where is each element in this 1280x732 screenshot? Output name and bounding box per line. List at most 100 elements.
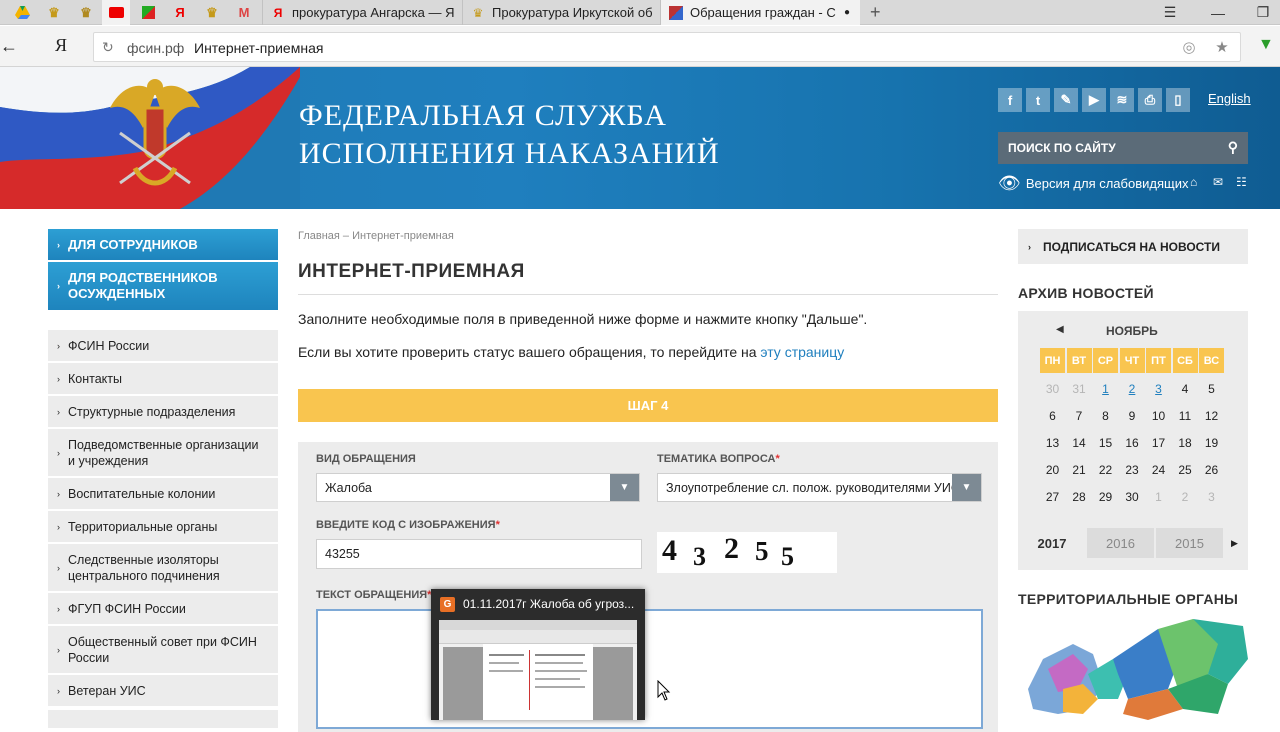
calendar-day[interactable]: 2: [1120, 376, 1145, 401]
print-icon[interactable]: ⎙: [1138, 88, 1162, 112]
weekday-header: СБ: [1172, 348, 1198, 373]
livejournal-icon[interactable]: ✎: [1054, 88, 1078, 112]
yandex-logo-icon[interactable]: Я: [55, 35, 67, 56]
nav-item-colonies[interactable]: › Воспитательные колонии: [48, 478, 278, 511]
status-page-link[interactable]: эту страницу: [760, 344, 844, 360]
calendar-day[interactable]: 3: [1146, 376, 1171, 401]
nav-item-subordinate[interactable]: › Подведомственные организации и учрежден…: [48, 429, 278, 478]
nav-item-fgup[interactable]: › ФГУП ФСИН России: [48, 593, 278, 626]
russia-map-image[interactable]: [1018, 614, 1248, 720]
facebook-icon[interactable]: f: [998, 88, 1022, 112]
low-vision-link[interactable]: 👁 Версия для слабовидящих: [998, 173, 1188, 194]
search-placeholder: ПОИСК ПО САЙТУ: [1008, 141, 1116, 155]
calendar-day: 30: [1125, 489, 1139, 504]
status-text: Если вы хотите проверить статус вашего о…: [298, 344, 844, 360]
captcha-digit: 3: [693, 542, 706, 571]
calendar-day: 16: [1125, 435, 1139, 450]
nav-item-cut-off[interactable]: [48, 710, 278, 730]
year-tab[interactable]: 2016: [1086, 528, 1154, 558]
captcha-code-input[interactable]: 43255: [316, 539, 642, 569]
calendar-day: 20: [1045, 462, 1060, 477]
protect-icon[interactable]: ◎: [1179, 38, 1199, 58]
new-tab-button[interactable]: +: [862, 0, 892, 25]
tab-prokuratura-angarsk[interactable]: Я прокуратура Ангарска — Я: [262, 0, 462, 25]
minimize-button[interactable]: —: [1198, 0, 1238, 25]
mouse-cursor-icon: [657, 680, 671, 701]
appeal-text-area[interactable]: [316, 609, 983, 729]
url-field[interactable]: ↻ фсин.рф Интернет-приемная ◎ ★: [93, 32, 1241, 62]
back-arrow-icon[interactable]: ←: [0, 36, 18, 57]
calendar-day: 1: [1155, 489, 1162, 504]
chevron-right-icon: ›: [57, 406, 60, 417]
menu-button[interactable]: ☰: [1150, 0, 1190, 25]
calendar-day: 18: [1178, 435, 1192, 450]
subscribe-news-button[interactable]: › ПОДПИСАТЬСЯ НА НОВОСТИ: [1018, 229, 1248, 264]
mail-icon[interactable]: ✉: [1213, 175, 1223, 189]
breadcrumb[interactable]: Главная – Интернет-приемная: [298, 230, 454, 242]
year-tab[interactable]: 2017: [1018, 528, 1086, 558]
captcha-digit: 4: [662, 534, 677, 567]
search-icon[interactable]: ⚲: [1228, 139, 1238, 156]
sitemap-icon[interactable]: ☷: [1236, 175, 1247, 189]
tab-prokuratura-irkutsk[interactable]: ♛ Прокуратура Иркутской об: [462, 0, 660, 25]
nav-item-fsin-russia[interactable]: › ФСИН России: [48, 330, 278, 363]
news-calendar: ◀ НОЯБРЬ ПН ВТ СР ЧТ ПТ СБ ВС 30 31 1 2 3 4 5 6 7 8 9 10 1…: [1018, 311, 1248, 570]
nav-item-territorial[interactable]: › Территориальные органы: [48, 511, 278, 544]
weekday-header: СР: [1093, 348, 1118, 373]
nav-for-relatives[interactable]: › ДЛЯ РОДСТВЕННИКОВ ОСУЖДЕННЫХ: [48, 262, 278, 310]
calendar-day: 3: [1208, 489, 1215, 504]
nav-label: Воспитательные колонии: [68, 486, 216, 501]
restore-button[interactable]: ❐: [1246, 0, 1280, 25]
pinned-tab-youtube[interactable]: [102, 0, 130, 25]
bookmark-star-icon[interactable]: ★: [1212, 38, 1232, 58]
chevron-down-icon[interactable]: ▼: [952, 474, 981, 501]
pinned-tab-drive[interactable]: [8, 2, 36, 23]
weekday-header: ПН: [1040, 348, 1065, 373]
nav-item-public-council[interactable]: › Общественный совет при ФСИН России: [48, 626, 278, 675]
nav-item-detention[interactable]: › Следственные изоляторы центрального под…: [48, 544, 278, 593]
youtube-icon[interactable]: ▶: [1082, 88, 1106, 112]
topic-label: ТЕМАТИКА ВОПРОСА*: [657, 453, 780, 465]
nav-item-veteran[interactable]: › Ветеран УИС: [48, 675, 278, 708]
nav-label: ФСИН России: [68, 338, 150, 353]
page-title: ИНТЕРНЕТ-ПРИЕМНАЯ: [298, 261, 525, 282]
nav-item-structure[interactable]: › Структурные подразделения: [48, 396, 278, 429]
captcha-code-value: 43255: [325, 547, 360, 561]
mobile-icon[interactable]: ▯: [1166, 88, 1190, 112]
nav-item-contacts[interactable]: › Контакты: [48, 363, 278, 396]
yandex-icon: Я: [175, 5, 185, 20]
pinned-tab-yandex[interactable]: Я: [166, 2, 194, 23]
nav-label: ДЛЯ РОДСТВЕННИКОВ ОСУЖДЕННЫХ: [68, 270, 218, 301]
next-years-icon[interactable]: ▶: [1231, 538, 1238, 549]
rss-icon[interactable]: ≋: [1110, 88, 1134, 112]
window-preview-popup[interactable]: G 01.11.2017г Жалоба об угроз...: [431, 589, 645, 720]
pinned-tab-app[interactable]: [134, 2, 162, 23]
english-link[interactable]: English: [1208, 91, 1251, 106]
chevron-right-icon: ›: [57, 644, 60, 655]
download-icon[interactable]: ▼: [1258, 36, 1274, 54]
prev-month-icon[interactable]: ◀: [1056, 324, 1064, 335]
year-tab[interactable]: 2015: [1155, 528, 1223, 558]
calendar-day: 4: [1181, 381, 1189, 396]
home-icon[interactable]: ⌂: [1190, 175, 1197, 189]
pinned-tab-emblem[interactable]: ♛: [40, 2, 68, 23]
calendar-day[interactable]: 1: [1093, 376, 1118, 401]
twitter-icon[interactable]: t: [1026, 88, 1050, 112]
reload-icon[interactable]: ↻: [102, 39, 114, 56]
pinned-tab-emblem-2[interactable]: ♛: [72, 2, 100, 23]
nav-for-employees[interactable]: › ДЛЯ СОТРУДНИКОВ: [48, 229, 278, 260]
site-title-line2: ИСПОЛНЕНИЯ НАКАЗАНИЙ: [299, 137, 720, 170]
type-select[interactable]: Жалоба ▼: [316, 473, 640, 502]
site-search-input[interactable]: ПОИСК ПО САЙТУ ⚲: [998, 132, 1248, 164]
chevron-down-icon[interactable]: ▼: [610, 474, 639, 501]
pinned-tab-gmail[interactable]: M: [230, 2, 258, 23]
tab-obrashcheniya[interactable]: Обращения граждан - С ●: [660, 0, 860, 25]
topic-select[interactable]: Злоупотребление сл. полож. руководителям…: [657, 473, 982, 502]
pinned-tab-emblem-3[interactable]: ♛: [198, 2, 226, 23]
captcha-digit: 2: [724, 532, 739, 565]
type-select-value: Жалоба: [325, 480, 372, 495]
window-thumbnail[interactable]: [439, 620, 637, 720]
youtube-icon: [108, 7, 124, 18]
chevron-right-icon: ›: [57, 521, 60, 532]
gmail-icon: M: [238, 5, 250, 20]
